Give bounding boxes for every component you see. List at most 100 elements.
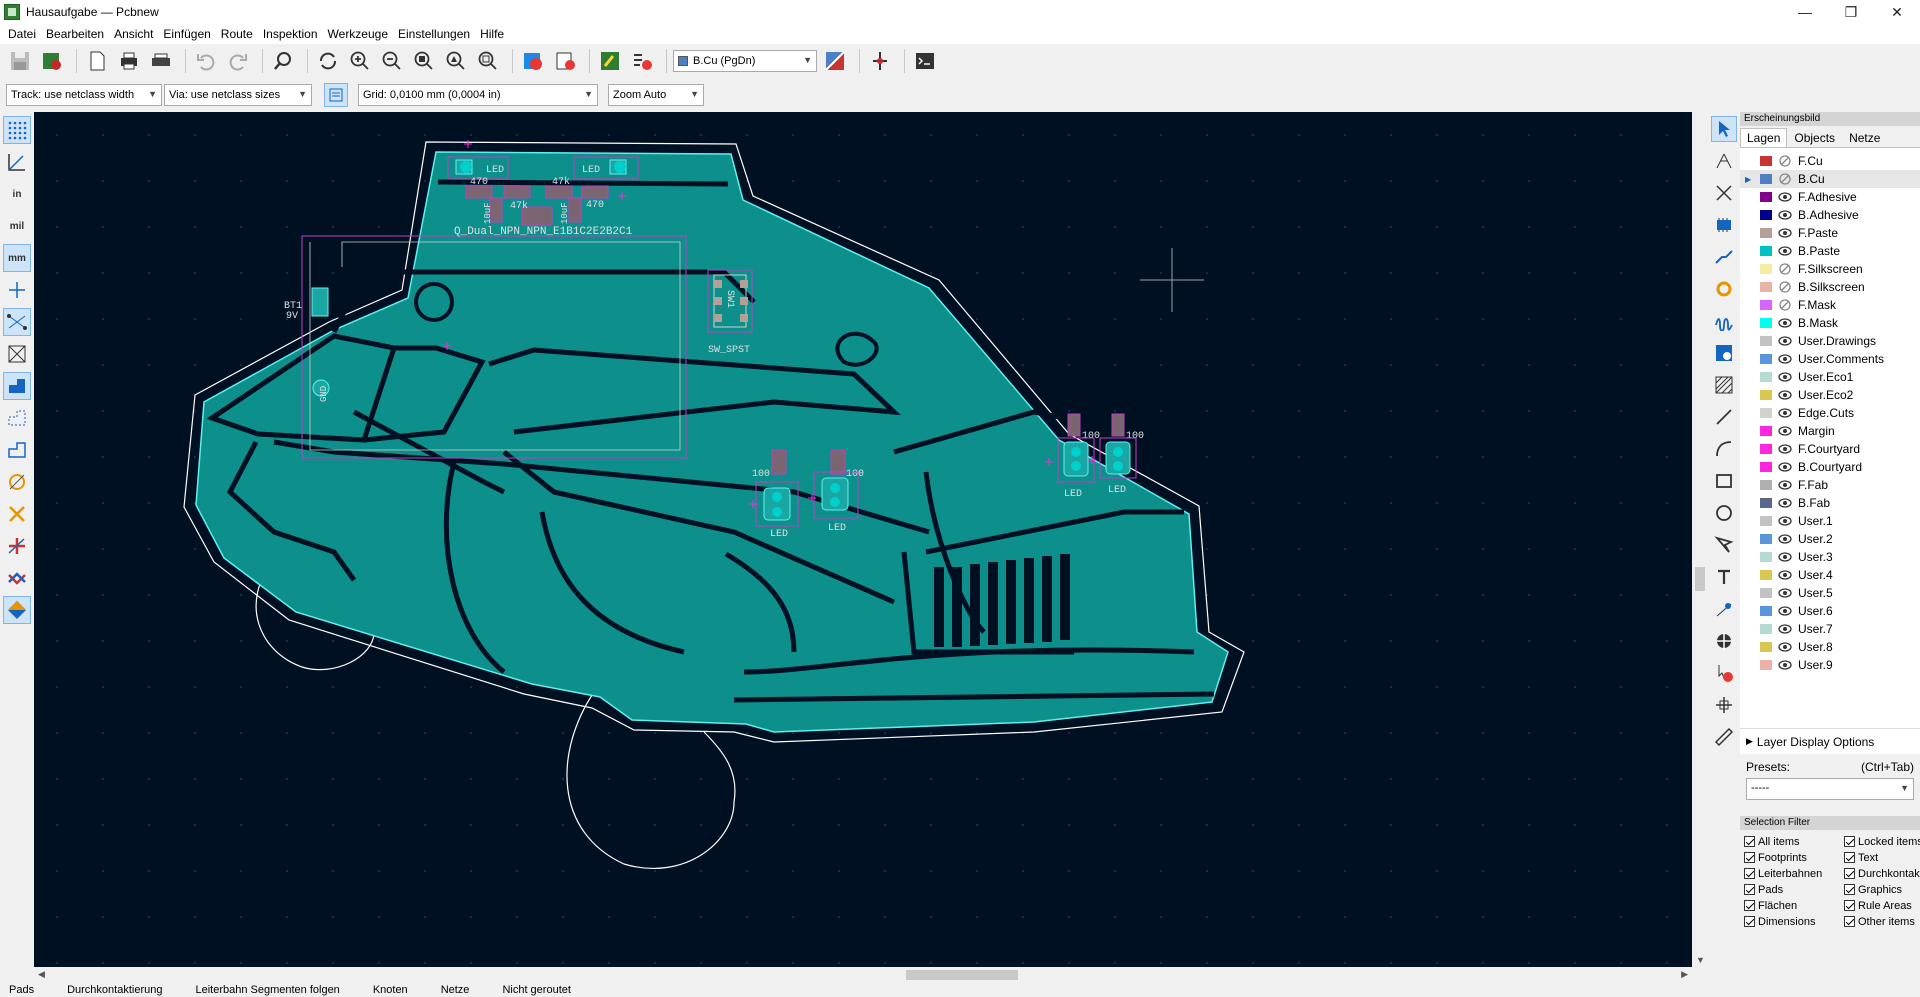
checkbox[interactable] (1844, 868, 1855, 879)
minimize-button[interactable]: — (1782, 0, 1828, 24)
eye-icon[interactable] (1778, 407, 1792, 419)
layer-color-swatch[interactable] (1760, 372, 1772, 382)
zoom-out-button[interactable] (378, 47, 406, 75)
plot-button[interactable] (147, 47, 175, 75)
layer-display-options-toggle[interactable]: ▶ Layer Display Options (1740, 728, 1920, 754)
layer-row[interactable]: User.Comments (1740, 350, 1920, 368)
eye-icon[interactable] (1778, 587, 1792, 599)
layer-row[interactable]: User.Drawings (1740, 332, 1920, 350)
eye-icon[interactable] (1778, 623, 1792, 635)
filter-dimensions[interactable]: Dimensions (1744, 914, 1844, 929)
layer-row[interactable]: User.Eco2 (1740, 386, 1920, 404)
menu-ansicht[interactable]: Ansicht (110, 27, 159, 41)
layer-row[interactable]: F.Silkscreen (1740, 260, 1920, 278)
board-statistics-button[interactable] (551, 47, 579, 75)
layer-color-swatch[interactable] (1760, 516, 1772, 526)
units-inch-button[interactable]: in (3, 180, 31, 208)
redraw-button[interactable] (314, 47, 342, 75)
draw-arc-button[interactable] (1711, 436, 1737, 462)
zoom-in-button[interactable] (346, 47, 374, 75)
layer-row[interactable]: F.Paste (1740, 224, 1920, 242)
eye-icon[interactable] (1778, 641, 1792, 653)
layer-row[interactable]: User.6 (1740, 602, 1920, 620)
menu-einstellungen[interactable]: Einstellungen (394, 27, 476, 41)
tab-lagen[interactable]: Lagen (1740, 128, 1788, 147)
layer-row[interactable]: B.Paste (1740, 242, 1920, 260)
checkbox[interactable] (1844, 852, 1855, 863)
filter-locked-items[interactable]: Locked items (1844, 834, 1920, 849)
layer-row[interactable]: B.Silkscreen (1740, 278, 1920, 296)
layer-color-swatch[interactable] (1760, 174, 1772, 184)
grid-origin-button[interactable] (1711, 692, 1737, 718)
add-zone-button[interactable] (1711, 340, 1737, 366)
eye-icon[interactable] (1778, 227, 1792, 239)
eye-icon[interactable] (1778, 353, 1792, 365)
zoom-objects-button[interactable] (442, 47, 470, 75)
microwave-tools-button[interactable] (866, 47, 894, 75)
layer-color-swatch[interactable] (1760, 660, 1772, 670)
layer-color-swatch[interactable] (1760, 534, 1772, 544)
zoom-fit-button[interactable] (410, 47, 438, 75)
add-via-button[interactable] (1711, 276, 1737, 302)
layer-color-swatch[interactable] (1760, 210, 1772, 220)
select-tool-button[interactable] (1711, 116, 1737, 142)
track-width-select[interactable]: Track: use netclass width ▼ (6, 84, 162, 106)
grid-select[interactable]: Grid: 0,0100 mm (0,0004 in) ▼ (358, 84, 598, 106)
via-sketch-button[interactable] (3, 500, 31, 528)
presets-select[interactable]: ----- ▼ (1746, 778, 1914, 800)
layer-pair-button[interactable] (821, 47, 849, 75)
layer-color-swatch[interactable] (1760, 246, 1772, 256)
eye-icon[interactable] (1778, 659, 1792, 671)
layer-row[interactable]: User.9 (1740, 656, 1920, 674)
cursor-style-button[interactable] (3, 276, 31, 304)
appearance-panel-button[interactable] (3, 596, 31, 624)
eye-icon[interactable] (1778, 191, 1792, 203)
undo-button[interactable] (192, 47, 220, 75)
polar-coords-button[interactable] (3, 148, 31, 176)
route-diff-pair-button[interactable] (1711, 244, 1737, 270)
layer-color-swatch[interactable] (1760, 444, 1772, 454)
eye-icon[interactable] (1778, 515, 1792, 527)
eye-icon[interactable] (1778, 569, 1792, 581)
eye-hidden-icon[interactable] (1778, 173, 1792, 185)
zoom-selection-button[interactable] (474, 47, 502, 75)
layer-color-swatch[interactable] (1760, 300, 1772, 310)
layer-row[interactable]: Edge.Cuts (1740, 404, 1920, 422)
layer-color-swatch[interactable] (1760, 426, 1772, 436)
tab-objects[interactable]: Objects (1787, 128, 1842, 147)
layer-row[interactable]: User.2 (1740, 530, 1920, 548)
layer-row[interactable]: ▶ B.Cu (1740, 170, 1920, 188)
draw-polygon-button[interactable] (1711, 532, 1737, 558)
zone-display-filled-button[interactable] (3, 372, 31, 400)
layer-color-swatch[interactable] (1760, 264, 1772, 274)
menu-werkzeuge[interactable]: Werkzeuge (324, 27, 394, 41)
zone-display-fractured-button[interactable] (3, 436, 31, 464)
eye-icon[interactable] (1778, 605, 1792, 617)
active-layer-select[interactable]: B.Cu (PgDn) ▼ (673, 50, 817, 72)
filter-pads[interactable]: Pads (1744, 882, 1844, 897)
pcb-board-drawing[interactable]: Q_Dual_NPN_NPN_E1B1C2E2B2C1 LED LED 470 … (34, 112, 1692, 967)
maximize-button[interactable]: ❐ (1828, 0, 1874, 24)
eye-icon[interactable] (1778, 389, 1792, 401)
checkbox[interactable] (1744, 868, 1755, 879)
draw-line-button[interactable] (1711, 404, 1737, 430)
scroll-down-icon[interactable]: ▼ (1696, 955, 1705, 965)
print-button[interactable] (115, 47, 143, 75)
eye-icon[interactable] (1778, 443, 1792, 455)
checkbox[interactable] (1744, 852, 1755, 863)
close-button[interactable]: ✕ (1874, 0, 1920, 24)
menu-hilfe[interactable]: Hilfe (476, 27, 510, 41)
draw-rectangle-button[interactable] (1711, 468, 1737, 494)
eye-icon[interactable] (1778, 497, 1792, 509)
layer-row[interactable]: B.Fab (1740, 494, 1920, 512)
page-settings-button[interactable] (83, 47, 111, 75)
auto-track-width-button[interactable] (324, 83, 348, 107)
layer-color-swatch[interactable] (1760, 552, 1772, 562)
scroll-right-icon[interactable]: ▶ (1681, 969, 1688, 980)
eye-icon[interactable] (1778, 425, 1792, 437)
layer-color-swatch[interactable] (1760, 318, 1772, 328)
filter-other-items[interactable]: Other items (1844, 914, 1920, 929)
add-footprint-button[interactable] (1711, 180, 1737, 206)
add-dimension-button[interactable] (1711, 596, 1737, 622)
grid-toggle-button[interactable] (3, 116, 31, 144)
